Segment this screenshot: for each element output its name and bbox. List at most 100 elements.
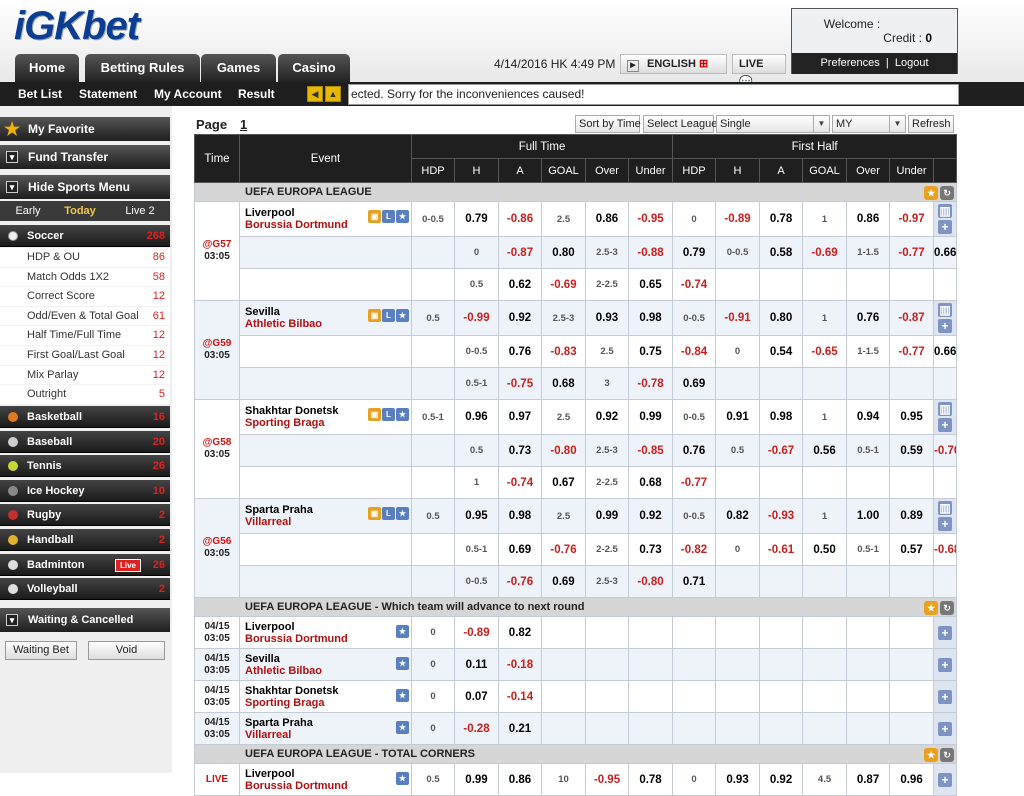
- odds-cell[interactable]: -0.91: [715, 300, 761, 336]
- preferences-link[interactable]: Preferences: [820, 57, 879, 69]
- away-team[interactable]: Borussia Dortmund: [245, 633, 411, 645]
- odds-cell[interactable]: 0.54: [759, 335, 804, 368]
- odds-cell[interactable]: 0.21: [498, 712, 542, 745]
- odds-cell[interactable]: 0.91: [715, 399, 761, 435]
- match-event[interactable]: Sparta Praha Villarreal ★: [239, 712, 412, 745]
- odds-cell[interactable]: 0.66: [933, 236, 958, 269]
- live-l-icon[interactable]: L: [382, 507, 395, 520]
- odds-cell[interactable]: -0.78: [627, 367, 674, 400]
- hide-sports-menu[interactable]: ▾ Hide Sports Menu: [0, 175, 170, 199]
- odds-cell[interactable]: -0.77: [672, 466, 717, 499]
- soccer-submenu-item[interactable]: First Goal/Last Goal 12: [0, 346, 170, 366]
- more-bets-icon[interactable]: +: [938, 319, 953, 333]
- odds-cell[interactable]: -0.89: [454, 616, 499, 649]
- nav-my-account[interactable]: My Account: [154, 82, 222, 106]
- odds-cell[interactable]: 1.00: [846, 498, 891, 534]
- odds-cell[interactable]: 0.62: [498, 268, 542, 301]
- odds-cell[interactable]: 0.67: [541, 466, 586, 499]
- arrow-left-icon[interactable]: ◀: [307, 86, 323, 102]
- tab-casino[interactable]: Casino: [278, 54, 350, 82]
- stats-icon[interactable]: ▥: [938, 501, 953, 515]
- odds-cell[interactable]: 0.87: [846, 763, 891, 796]
- odds-cell[interactable]: 0.92: [498, 300, 542, 336]
- home-team[interactable]: Shakhtar Donetsk: [245, 685, 411, 697]
- refresh-icon[interactable]: ↻: [940, 601, 955, 615]
- stats-star-icon[interactable]: ★: [396, 507, 409, 520]
- home-team[interactable]: Sparta Praha: [245, 717, 411, 729]
- away-team[interactable]: Borussia Dortmund: [245, 780, 411, 792]
- live-l-icon[interactable]: L: [382, 309, 395, 322]
- odds-cell[interactable]: 0.80: [759, 300, 804, 336]
- odds-cell[interactable]: -0.77: [889, 236, 935, 269]
- odds-cell[interactable]: 0.98: [759, 399, 804, 435]
- currency-select[interactable]: MY ▼: [832, 115, 906, 133]
- sport-baseball[interactable]: Baseball 20: [0, 430, 170, 453]
- more-bets-icon[interactable]: +: [938, 418, 953, 432]
- odds-cell[interactable]: 0.11: [454, 648, 499, 681]
- refresh-icon[interactable]: ↻: [940, 186, 955, 200]
- stats-star-icon[interactable]: ★: [396, 408, 409, 421]
- match-event[interactable]: Liverpool Borussia Dortmund ▣ L ★: [239, 201, 412, 237]
- odds-cell[interactable]: 0.71: [672, 565, 717, 598]
- odds-cell[interactable]: 0.07: [454, 680, 499, 713]
- odds-cell[interactable]: -0.14: [498, 680, 542, 713]
- odds-cell[interactable]: 0.95: [889, 399, 935, 435]
- odds-cell[interactable]: 0.93: [585, 300, 629, 336]
- stats-star-icon[interactable]: ★: [396, 689, 409, 702]
- live-button[interactable]: LIVE 💬: [732, 54, 786, 88]
- odds-cell[interactable]: 0.57: [889, 533, 935, 566]
- odds-cell[interactable]: 0.96: [889, 763, 935, 796]
- soccer-submenu-item[interactable]: Half Time/Full Time 12: [0, 326, 170, 346]
- stats-star-icon[interactable]: ★: [396, 625, 409, 638]
- odds-cell[interactable]: 0.96: [454, 399, 499, 435]
- odds-cell[interactable]: -0.95: [627, 201, 674, 237]
- tab-games[interactable]: Games: [201, 54, 276, 82]
- favorite-league-icon[interactable]: ★: [924, 186, 939, 200]
- tv-icon[interactable]: ▣: [368, 408, 381, 421]
- stats-star-icon[interactable]: ★: [396, 721, 409, 734]
- odds-cell[interactable]: 0.82: [498, 616, 542, 649]
- odds-cell[interactable]: -0.87: [889, 300, 935, 336]
- stats-star-icon[interactable]: ★: [396, 210, 409, 223]
- odds-cell[interactable]: -0.77: [889, 335, 935, 368]
- away-team[interactable]: Athletic Bilbao: [245, 665, 411, 677]
- odds-cell[interactable]: 0.80: [541, 236, 586, 269]
- more-bets-icon[interactable]: +: [938, 772, 953, 787]
- odds-cell[interactable]: 0.69: [541, 565, 586, 598]
- odds-cell[interactable]: 0.86: [498, 763, 542, 796]
- tab-home[interactable]: Home: [15, 54, 79, 82]
- fund-transfer[interactable]: ▾ Fund Transfer: [0, 145, 170, 169]
- odds-cell[interactable]: -0.80: [627, 565, 674, 598]
- sport-handball[interactable]: Handball 2: [0, 529, 170, 551]
- logout-link[interactable]: Logout: [895, 57, 929, 69]
- odds-cell[interactable]: -0.76: [498, 565, 542, 598]
- favorite-league-icon[interactable]: ★: [924, 748, 939, 762]
- stats-icon[interactable]: ▥: [938, 204, 953, 218]
- odds-cell[interactable]: 0.94: [846, 399, 891, 435]
- odds-cell[interactable]: 0.73: [498, 434, 542, 467]
- odds-cell[interactable]: -0.69: [541, 268, 586, 301]
- odds-cell[interactable]: 0.79: [672, 236, 717, 269]
- odds-cell[interactable]: 0.89: [889, 498, 935, 534]
- odds-cell[interactable]: 0.82: [715, 498, 761, 534]
- odds-cell[interactable]: -0.74: [498, 466, 542, 499]
- odds-cell[interactable]: 0.56: [802, 434, 848, 467]
- match-event[interactable]: Sevilla Athletic Bilbao ▣ L ★: [239, 300, 412, 336]
- odds-cell[interactable]: 0.95: [454, 498, 499, 534]
- away-team[interactable]: Villarreal: [245, 729, 411, 741]
- odds-cell[interactable]: -0.61: [759, 533, 804, 566]
- bet-mode-select[interactable]: Single ▼: [716, 115, 830, 133]
- odds-cell[interactable]: -0.75: [498, 367, 542, 400]
- odds-cell[interactable]: -0.97: [889, 201, 935, 237]
- home-team[interactable]: Liverpool: [245, 768, 411, 780]
- odds-cell[interactable]: -0.93: [759, 498, 804, 534]
- odds-cell[interactable]: -0.68: [933, 533, 958, 566]
- odds-cell[interactable]: -0.67: [759, 434, 804, 467]
- sport-badminton[interactable]: Badminton Live 26: [0, 553, 170, 576]
- more-bets-icon[interactable]: +: [938, 721, 953, 736]
- tv-icon[interactable]: ▣: [368, 309, 381, 322]
- match-event[interactable]: Sparta Praha Villarreal ▣ L ★: [239, 498, 412, 534]
- sport-rugby[interactable]: Rugby 2: [0, 504, 170, 527]
- odds-cell[interactable]: 0.93: [715, 763, 761, 796]
- match-event[interactable]: Sevilla Athletic Bilbao ★: [239, 648, 412, 681]
